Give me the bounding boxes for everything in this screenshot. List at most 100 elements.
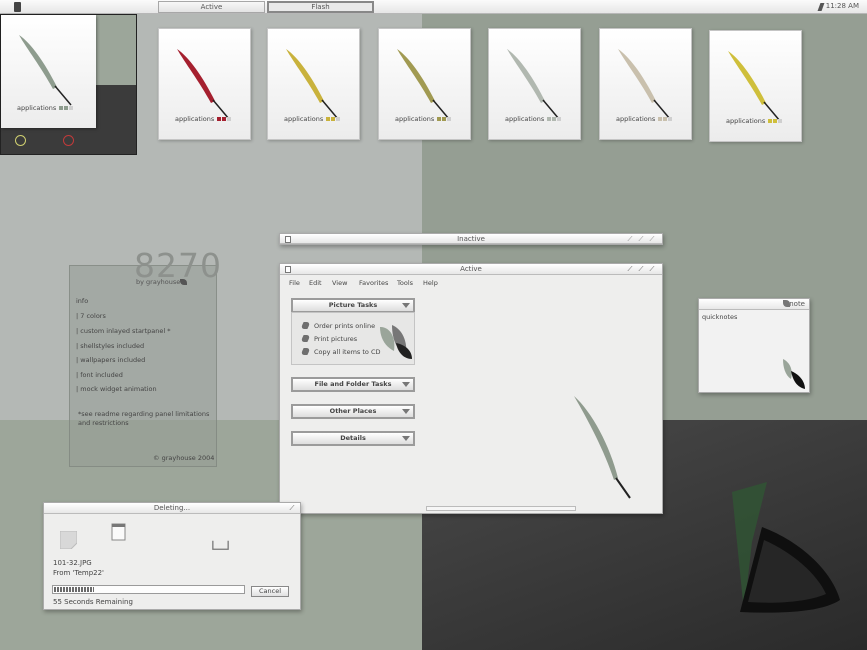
deleting-source: From 'Temp22' xyxy=(53,569,104,577)
window-icon xyxy=(285,236,291,243)
feather-icon xyxy=(397,49,450,120)
thumbnail-label: applications xyxy=(175,115,232,123)
minimize-icon[interactable]: ⟋ xyxy=(626,266,634,273)
chevron-down-icon xyxy=(402,303,410,308)
info-item: | 7 colors xyxy=(76,312,106,320)
thumbnail-label: applications xyxy=(505,115,562,123)
theme-byline: by grayhouse xyxy=(136,278,181,286)
minimize-icon[interactable]: ⟋ xyxy=(626,236,634,243)
menu-view[interactable]: View xyxy=(332,279,347,287)
info-copyright: © grayhouse 2004 xyxy=(153,454,215,462)
maximize-icon[interactable]: ⟋ xyxy=(637,266,645,273)
taskbar-task-flash[interactable]: Flash xyxy=(267,1,374,13)
next-circle-icon[interactable] xyxy=(63,135,74,146)
close-icon[interactable]: ⟋ xyxy=(648,266,656,273)
picture-tasks-panel: Order prints online Print pictures Copy … xyxy=(291,312,415,365)
time-remaining: 55 Seconds Remaining xyxy=(53,598,133,606)
thumbnail-silver[interactable]: applications xyxy=(488,28,581,140)
window-title: Active xyxy=(460,265,482,273)
deleting-filename: 101-32.JPG xyxy=(53,559,92,567)
note-content[interactable]: quicknotes xyxy=(702,313,737,321)
info-note: *see readme regarding panel limitations … xyxy=(78,410,210,427)
info-panel xyxy=(69,265,217,467)
note-titlebar[interactable]: note xyxy=(699,299,809,310)
chevron-down-icon xyxy=(402,436,410,441)
thumbnail-label: applications xyxy=(284,115,341,123)
menu-file[interactable]: File xyxy=(289,279,300,287)
info-item: | mock widget animation xyxy=(76,385,157,393)
inactive-titlebar[interactable]: Inactive ⟋ ⟋ ⟋ xyxy=(280,234,662,244)
feather-icon xyxy=(177,49,230,120)
clock: 11:28 AM xyxy=(825,2,859,10)
inactive-window[interactable]: Inactive ⟋ ⟋ ⟋ xyxy=(279,233,663,245)
chevron-down-icon xyxy=(402,382,410,387)
taskbar-task-active[interactable]: Active xyxy=(158,1,265,13)
leaves-icon xyxy=(380,325,412,359)
feather-icon xyxy=(728,51,781,122)
menu-edit[interactable]: Edit xyxy=(309,279,322,287)
task-copy-to-cd[interactable]: Copy all items to CD xyxy=(314,348,381,356)
menu-tools[interactable]: Tools xyxy=(397,279,413,287)
feather-icon xyxy=(19,35,72,106)
prev-circle-icon[interactable] xyxy=(15,135,26,146)
info-item: | shellstyles included xyxy=(76,342,145,350)
thumbnail-label: applications xyxy=(726,117,783,125)
recycle-bin-icon xyxy=(212,540,229,550)
leaf-icon xyxy=(180,279,187,285)
note-leaf-icon xyxy=(783,300,790,307)
delete-progress-bar xyxy=(52,585,245,594)
progress-fill xyxy=(54,587,95,592)
task-order-prints[interactable]: Order prints online xyxy=(314,322,375,330)
other-places-header[interactable]: Other Places xyxy=(291,404,415,419)
window-icon xyxy=(285,266,291,273)
file-icon xyxy=(111,523,126,541)
menu-favorites[interactable]: Favorites xyxy=(359,279,388,287)
color-preview[interactable]: applications xyxy=(0,14,137,155)
folder-icon xyxy=(60,531,77,549)
details-header[interactable]: Details xyxy=(291,431,415,446)
feather-watermark-icon xyxy=(574,396,631,499)
volume-icon[interactable] xyxy=(817,3,825,11)
dialog-title: Deleting... xyxy=(153,504,191,512)
info-item: | font included xyxy=(76,371,123,379)
close-icon[interactable]: ⟋ xyxy=(288,505,296,512)
preview-thumbnail: applications xyxy=(1,15,96,128)
thumbnail-olive[interactable]: applications xyxy=(378,28,471,140)
leaf-icon xyxy=(783,359,805,389)
thumbnail-label: applications xyxy=(616,115,673,123)
note-widget[interactable]: note quicknotes xyxy=(698,298,810,393)
task-print-pictures[interactable]: Print pictures xyxy=(314,335,357,343)
feather-icon xyxy=(507,49,560,120)
menu-help[interactable]: Help xyxy=(423,279,438,287)
thumbnail-red[interactable]: applications xyxy=(158,28,251,140)
cancel-button[interactable]: Cancel xyxy=(251,586,289,597)
maximize-icon[interactable]: ⟋ xyxy=(637,236,645,243)
horizontal-scrollbar[interactable] xyxy=(426,506,576,511)
close-icon[interactable]: ⟋ xyxy=(648,236,656,243)
feather-icon xyxy=(618,49,671,120)
print-icon xyxy=(300,335,311,342)
taskbar: Active Flash 11:28 AM xyxy=(0,0,867,14)
thumbnail-gold[interactable]: applications xyxy=(709,30,802,142)
dialog-titlebar[interactable]: Deleting... ⟋ xyxy=(44,503,300,514)
window-title: Inactive xyxy=(457,235,485,243)
chevron-down-icon xyxy=(402,409,410,414)
thumbnail-yellow[interactable]: applications xyxy=(267,28,360,140)
start-button[interactable] xyxy=(14,2,21,12)
picture-tasks-header[interactable]: Picture Tasks xyxy=(291,298,415,313)
info-item: | custom inlayed startpanel * xyxy=(76,327,171,335)
order-prints-icon xyxy=(300,322,311,329)
thumbnail-beige[interactable]: applications xyxy=(599,28,692,140)
active-titlebar[interactable]: Active ⟋ ⟋ ⟋ xyxy=(280,264,662,275)
thumbnail-label: applications xyxy=(17,104,74,112)
info-heading: info xyxy=(76,297,89,305)
info-item: | wallpapers included xyxy=(76,356,146,364)
file-folder-tasks-header[interactable]: File and Folder Tasks xyxy=(291,377,415,392)
cd-icon xyxy=(300,348,311,355)
menu-bar: File Edit View Favorites Tools Help xyxy=(280,276,662,288)
active-window[interactable]: Active ⟋ ⟋ ⟋ File Edit View Favorites To… xyxy=(279,263,663,514)
note-title: note xyxy=(789,300,805,308)
thumbnail-label: applications xyxy=(395,115,452,123)
feather-icon xyxy=(286,49,339,120)
grayhouse-logo-icon xyxy=(732,482,840,613)
